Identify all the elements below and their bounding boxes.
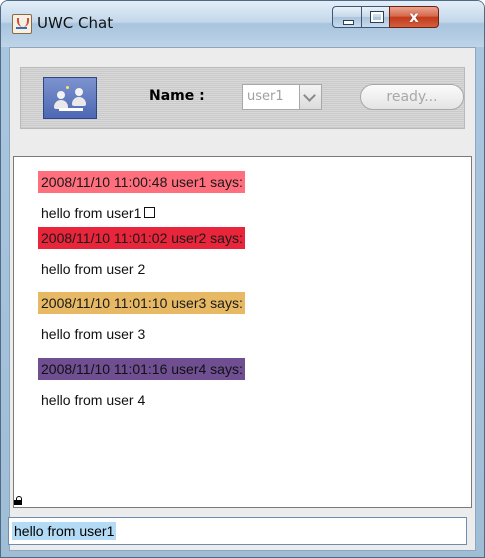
message-body: hello from user 3 [38, 324, 145, 344]
chat-history[interactable]: 2008/11/10 11:00:48 user1 says: hello fro… [13, 156, 472, 508]
user-name-select[interactable]: user1 [242, 84, 322, 110]
meeting-people-icon [43, 77, 97, 119]
user-name-select-value: user1 [247, 89, 284, 104]
title-bar[interactable]: UWC Chat x [1, 1, 484, 47]
minimize-button[interactable] [332, 6, 362, 28]
message-input-text: hello from user1 [12, 522, 117, 540]
message-body: hello from user 4 [38, 390, 145, 410]
name-label: Name : [149, 88, 205, 104]
ready-button[interactable]: ready... [360, 84, 464, 110]
close-button[interactable]: x [389, 6, 439, 28]
message-body: hello from user1 [38, 203, 156, 223]
message-text: hello from user 4 [41, 392, 146, 408]
maximize-icon [362, 7, 389, 27]
unknown-char-box-icon [144, 207, 156, 218]
message-body: hello from user 2 [38, 259, 145, 279]
message-header: 2008/11/10 11:01:02 user2 says: [38, 227, 245, 249]
window-title: UWC Chat [37, 14, 114, 32]
message-header: 2008/11/10 11:01:16 user4 says: [38, 358, 245, 380]
message-header: 2008/11/10 11:00:48 user1 says: [38, 171, 245, 193]
message-text: hello from user 2 [41, 261, 146, 277]
maximize-button[interactable] [361, 6, 390, 28]
chevron-down-icon[interactable] [299, 85, 321, 109]
chat-window: UWC Chat x Name : user1 ready... 2008/11… [0, 0, 485, 558]
minimize-icon [333, 7, 361, 27]
user-toolbar: Name : user1 ready... [20, 67, 465, 129]
java-app-icon[interactable] [12, 14, 32, 34]
message-header: 2008/11/10 11:01:10 user3 says: [38, 292, 245, 314]
message-text: hello from user 3 [41, 326, 146, 342]
message-input[interactable]: hello from user1 [8, 517, 467, 545]
content-pane: Name : user1 ready... 2008/11/10 11:00:4… [9, 47, 476, 551]
lock-icon [14, 496, 23, 506]
message-text: hello from user1 [41, 205, 142, 221]
close-icon: x [409, 8, 419, 26]
